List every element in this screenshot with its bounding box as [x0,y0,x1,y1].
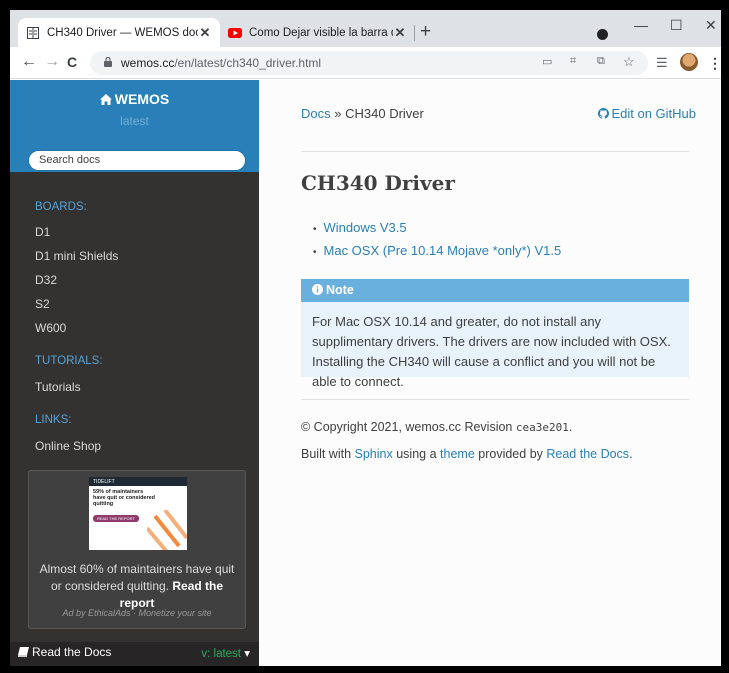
browser-toolbar: ← → C wemos.cc/en/latest/ch340_driver.ht… [10,47,721,79]
built-text: using a [396,447,437,461]
caption-links: LINKS: [35,414,72,426]
extension-icon[interactable]: ⌗ [570,55,576,68]
rtd-label-text: Read the Docs [32,645,112,659]
sidebar-item-tutorials[interactable]: Tutorials [35,380,81,394]
note-admonition: Note For Mac OSX 10.14 and greater, do n… [301,279,689,389]
sidebar-item-d1-mini-shields[interactable]: D1 mini Shields [35,249,118,263]
sidebar-item-s2[interactable]: S2 [35,297,50,311]
maximize-icon[interactable]: ☐ [670,17,683,34]
browser-window: CH340 Driver — WEMOS documentation ✕ Com… [10,10,721,666]
docs-sidebar: WEMOS latest Search docs BOARDS: D1 D1 m… [10,80,259,666]
divider-bottom [301,399,689,400]
url-path: /en/latest/ch340_driver.html [174,56,322,70]
page-title: CH340 Driver [301,171,455,195]
ad-stripes-graphic [147,510,187,550]
sidebar-item-online-shop[interactable]: Online Shop [35,439,101,453]
tab-separator [414,25,415,41]
tab-close-icon[interactable]: ✕ [393,25,407,41]
address-bar[interactable]: wemos.cc/en/latest/ch340_driver.html ▭ ⌗… [90,51,648,75]
brand-link[interactable]: WEMOS [10,91,259,107]
reload-icon[interactable]: C [67,54,77,70]
revision-hash: cea3e201 [515,421,569,434]
copyright-period: . [568,420,573,434]
docs-favicon-icon [26,26,40,40]
edit-on-github-link[interactable]: Edit on GitHub [598,106,696,121]
translate-icon[interactable]: ⧉ [597,55,605,68]
windows-driver-link[interactable]: Windows V3.5 [324,220,407,235]
sidebar-item-d32[interactable]: D32 [35,273,57,287]
book-icon [18,647,29,657]
sidebar-item-d1[interactable]: D1 [35,225,50,239]
url-text: wemos.cc/en/latest/ch340_driver.html [121,56,321,70]
minimize-icon[interactable]: — [634,17,648,33]
rtd-version-text: v: latest [201,648,242,660]
tab-search-icon[interactable] [597,29,608,40]
info-icon [312,284,323,295]
youtube-favicon-icon [228,26,242,40]
forward-icon[interactable]: → [44,53,60,71]
ad-text: Almost 60% of maintainers have quit or c… [35,561,239,612]
ad-image-button: READ THE REPORT [93,515,139,522]
brand-name: WEMOS [114,91,170,107]
note-title: Note [301,279,689,302]
lock-icon [104,57,112,67]
reading-list-icon[interactable]: ☰ [656,55,668,71]
ad-image[interactable]: TIDELIFT 59% of maintainers have quit or… [89,477,187,550]
tab-close-icon[interactable]: ✕ [198,25,212,41]
back-icon[interactable]: ← [21,53,37,71]
sidebar-header: WEMOS latest Search docs [10,80,259,172]
main-content: Docs » CH340 Driver Edit on GitHub CH340… [259,80,721,666]
rtd-label: Read the Docs [18,645,111,659]
mac-driver-link[interactable]: Mac OSX (Pre 10.14 Mojave *only*) V1.5 [324,243,562,258]
breadcrumb: Docs » CH340 Driver [301,106,424,121]
rtd-version-bar[interactable]: Read the Docs v: latest ▾ [10,642,259,666]
caption-tutorials: TUTORIALS: [35,355,103,367]
tab-strip: CH340 Driver — WEMOS documentation ✕ Com… [10,10,721,47]
github-icon [598,108,610,119]
docs-version: latest [120,114,149,128]
breadcrumb-docs-link[interactable]: Docs [301,106,331,121]
search-input[interactable]: Search docs [28,150,246,171]
ad-footer[interactable]: Ad by EthicalAds · Monetize your site [29,608,245,618]
cast-icon[interactable]: ▭ [542,55,552,68]
tab-ch340-driver[interactable]: CH340 Driver — WEMOS documentation ✕ [18,18,220,47]
driver-links-list: Windows V3.5 Mac OSX (Pre 10.14 Mojave *… [324,217,562,263]
edit-link-text: Edit on GitHub [611,106,696,121]
window-close-icon[interactable]: ✕ [705,17,717,34]
list-item: Mac OSX (Pre 10.14 Mojave *only*) V1.5 [324,240,562,263]
note-title-text: Note [326,283,354,297]
caption-boards: BOARDS: [35,201,87,213]
note-body: For Mac OSX 10.14 and greater, do not in… [312,314,671,389]
profile-avatar[interactable] [680,53,698,71]
breadcrumb-current: CH340 Driver [345,106,424,121]
built-text: provided by [478,447,543,461]
home-icon [99,94,112,105]
tab-title: CH340 Driver — WEMOS documentation [47,26,198,39]
ad-image-header: TIDELIFT [89,477,187,486]
read-the-docs-link[interactable]: Read the Docs [546,447,629,461]
divider-top [301,151,689,152]
bookmark-star-icon[interactable]: ☆ [623,54,635,70]
copyright-text: © Copyright 2021, wemos.cc Revision [301,420,513,434]
breadcrumb-separator: » [334,106,342,121]
ethical-ad: TIDELIFT 59% of maintainers have quit or… [28,470,246,629]
theme-link[interactable]: theme [440,447,475,461]
built-text: Built with [301,447,352,461]
built-with: Built with Sphinx using a theme provided… [301,447,633,461]
built-period: . [629,447,633,461]
menu-kebab-icon[interactable]: ⋮ [708,55,721,72]
caret-down-icon: ▾ [244,648,250,660]
tab-title: Como Dejar visible la barra de herramien… [249,26,393,39]
sphinx-link[interactable]: Sphinx [355,447,393,461]
list-item: Windows V3.5 [324,217,561,240]
rtd-version: v: latest ▾ [201,646,250,660]
tab-youtube[interactable]: Como Dejar visible la barra de herramien… [220,18,415,47]
sidebar-item-w600[interactable]: W600 [35,321,66,335]
new-tab-button[interactable]: + [420,22,431,42]
ad-image-text: 59% of maintainers have quit or consider… [93,489,156,507]
copyright: © Copyright 2021, wemos.cc Revision cea3… [301,420,572,434]
url-host: wemos.cc [121,56,175,70]
